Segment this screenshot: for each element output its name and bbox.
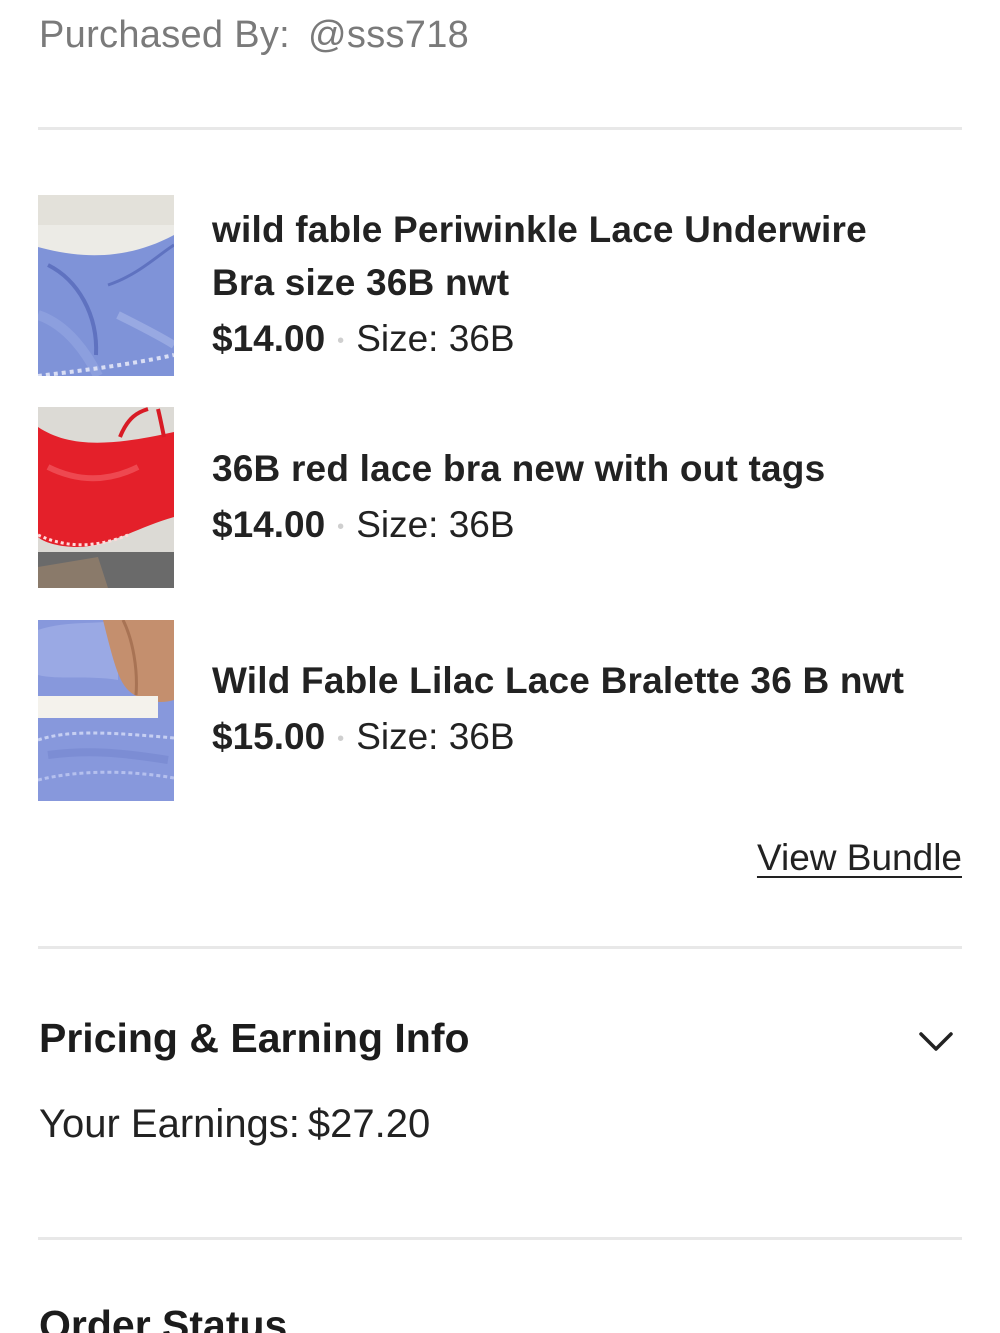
item-details: 36B red lace bra new with out tags $14.0… (212, 407, 962, 551)
lilac-bralette-image (38, 620, 174, 801)
purchased-by-label: Purchased By: (39, 14, 291, 56)
chevron-down-icon[interactable] (914, 1022, 958, 1062)
earnings-row: Your Earnings: $27.20 (39, 1102, 430, 1147)
bundle-item[interactable]: 36B red lace bra new with out tags $14.0… (38, 407, 962, 588)
pricing-section-title[interactable]: Pricing & Earning Info (39, 1015, 470, 1062)
item-price: $15.00 (212, 716, 326, 757)
item-price: $14.00 (212, 504, 326, 545)
purchased-by: Purchased By: @sss718 (39, 14, 469, 57)
red-bra-image (38, 407, 174, 588)
item-title-line: Wild Fable Lilac Lace Bralette 36 B nwt (212, 660, 905, 701)
item-details: Wild Fable Lilac Lace Bralette 36 B nwt … (212, 620, 962, 763)
item-size: Size: 36B (356, 716, 515, 757)
item-meta: $15.00 • Size: 36B (212, 713, 962, 763)
divider (38, 127, 962, 130)
separator-dot: • (337, 516, 345, 539)
earnings-amount: $27.20 (307, 1102, 431, 1146)
order-status-title[interactable]: Order Status (39, 1302, 287, 1333)
item-title[interactable]: wild fable Periwinkle Lace Underwire Bra… (212, 203, 962, 309)
periwinkle-bra-image (38, 195, 174, 376)
item-size: Size: 36B (356, 318, 515, 359)
divider (38, 1237, 962, 1240)
bundle-item[interactable]: Wild Fable Lilac Lace Bralette 36 B nwt … (38, 620, 962, 801)
item-title-line: 36B red lace bra new with out tags (212, 448, 826, 489)
view-bundle-link[interactable]: View Bundle (757, 837, 962, 879)
buyer-username-link[interactable]: @sss718 (308, 14, 469, 56)
item-title[interactable]: 36B red lace bra new with out tags (212, 442, 962, 495)
item-thumbnail[interactable] (38, 195, 174, 376)
item-title-line: wild fable Periwinkle Lace Underwire (212, 209, 867, 250)
item-meta: $14.00 • Size: 36B (212, 315, 962, 365)
item-size: Size: 36B (356, 504, 515, 545)
divider (38, 946, 962, 949)
item-title-line: Bra size 36B nwt (212, 262, 510, 303)
item-title[interactable]: Wild Fable Lilac Lace Bralette 36 B nwt (212, 654, 962, 707)
separator-dot: • (337, 728, 345, 751)
separator-dot: • (337, 330, 345, 353)
item-price: $14.00 (212, 318, 326, 359)
order-details-page: Purchased By: @sss718 wild fable Periwink… (0, 0, 1000, 1333)
item-thumbnail[interactable] (38, 620, 174, 801)
item-thumbnail[interactable] (38, 407, 174, 588)
bundle-item[interactable]: wild fable Periwinkle Lace Underwire Bra… (38, 195, 962, 376)
item-details: wild fable Periwinkle Lace Underwire Bra… (212, 195, 962, 365)
item-meta: $14.00 • Size: 36B (212, 501, 962, 551)
earnings-label: Your Earnings: (39, 1102, 300, 1146)
